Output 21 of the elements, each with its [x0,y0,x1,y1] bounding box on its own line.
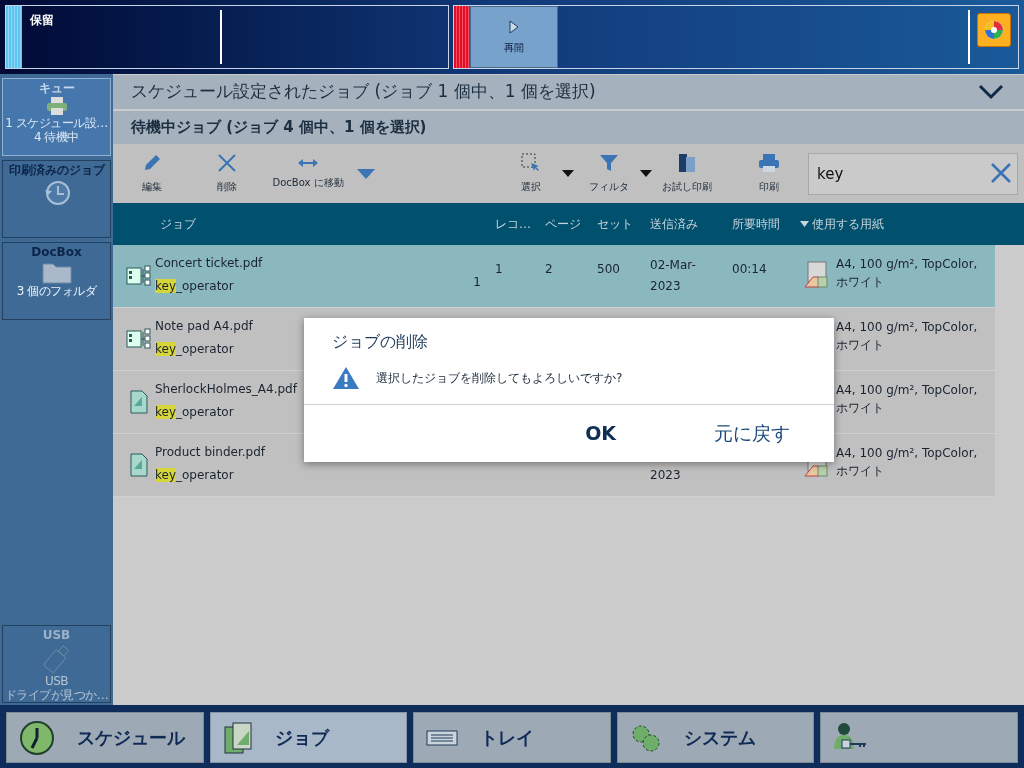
table-cell-text: 02-Mar- [650,257,696,274]
table-cell-text: 2023 [650,467,681,484]
section-title: スケジュール設定されたジョブ (ジョブ 1 個中、1 個を選択) [131,80,597,104]
paper-description: A4, 100 g/m², TopColor, ホワイト [836,319,979,354]
table-cell-text: 1 [473,274,481,291]
table-cell: 500 [597,262,620,276]
dialog-title: ジョブの削除 [332,331,428,353]
table-cell-text: 2023 [650,278,681,295]
table-cell: 2 [545,262,553,276]
job-name: Concert ticket.pdf [155,255,263,272]
table-cell: 00:14 [732,262,767,276]
job-name: Note pad A4.pdf [155,318,253,335]
dialog-message: 選択したジョブを削除してもよろしいですか? [376,370,623,387]
section-title: 待機中ジョブ (ジョブ 4 個中、1 個を選択) [131,117,427,139]
status-label: 保留 [30,12,55,29]
table-cell: 1 [495,262,503,276]
job-name: SherlockHolmes_A4.pdf [155,381,297,398]
job-name: Product binder.pdf [155,444,266,461]
paper-description: A4, 100 g/m², TopColor, ホワイト [836,445,979,480]
paper-description: A4, 100 g/m², TopColor, ホワイト [836,382,979,417]
paper-description: A4, 100 g/m², TopColor, ホワイト [836,256,979,291]
